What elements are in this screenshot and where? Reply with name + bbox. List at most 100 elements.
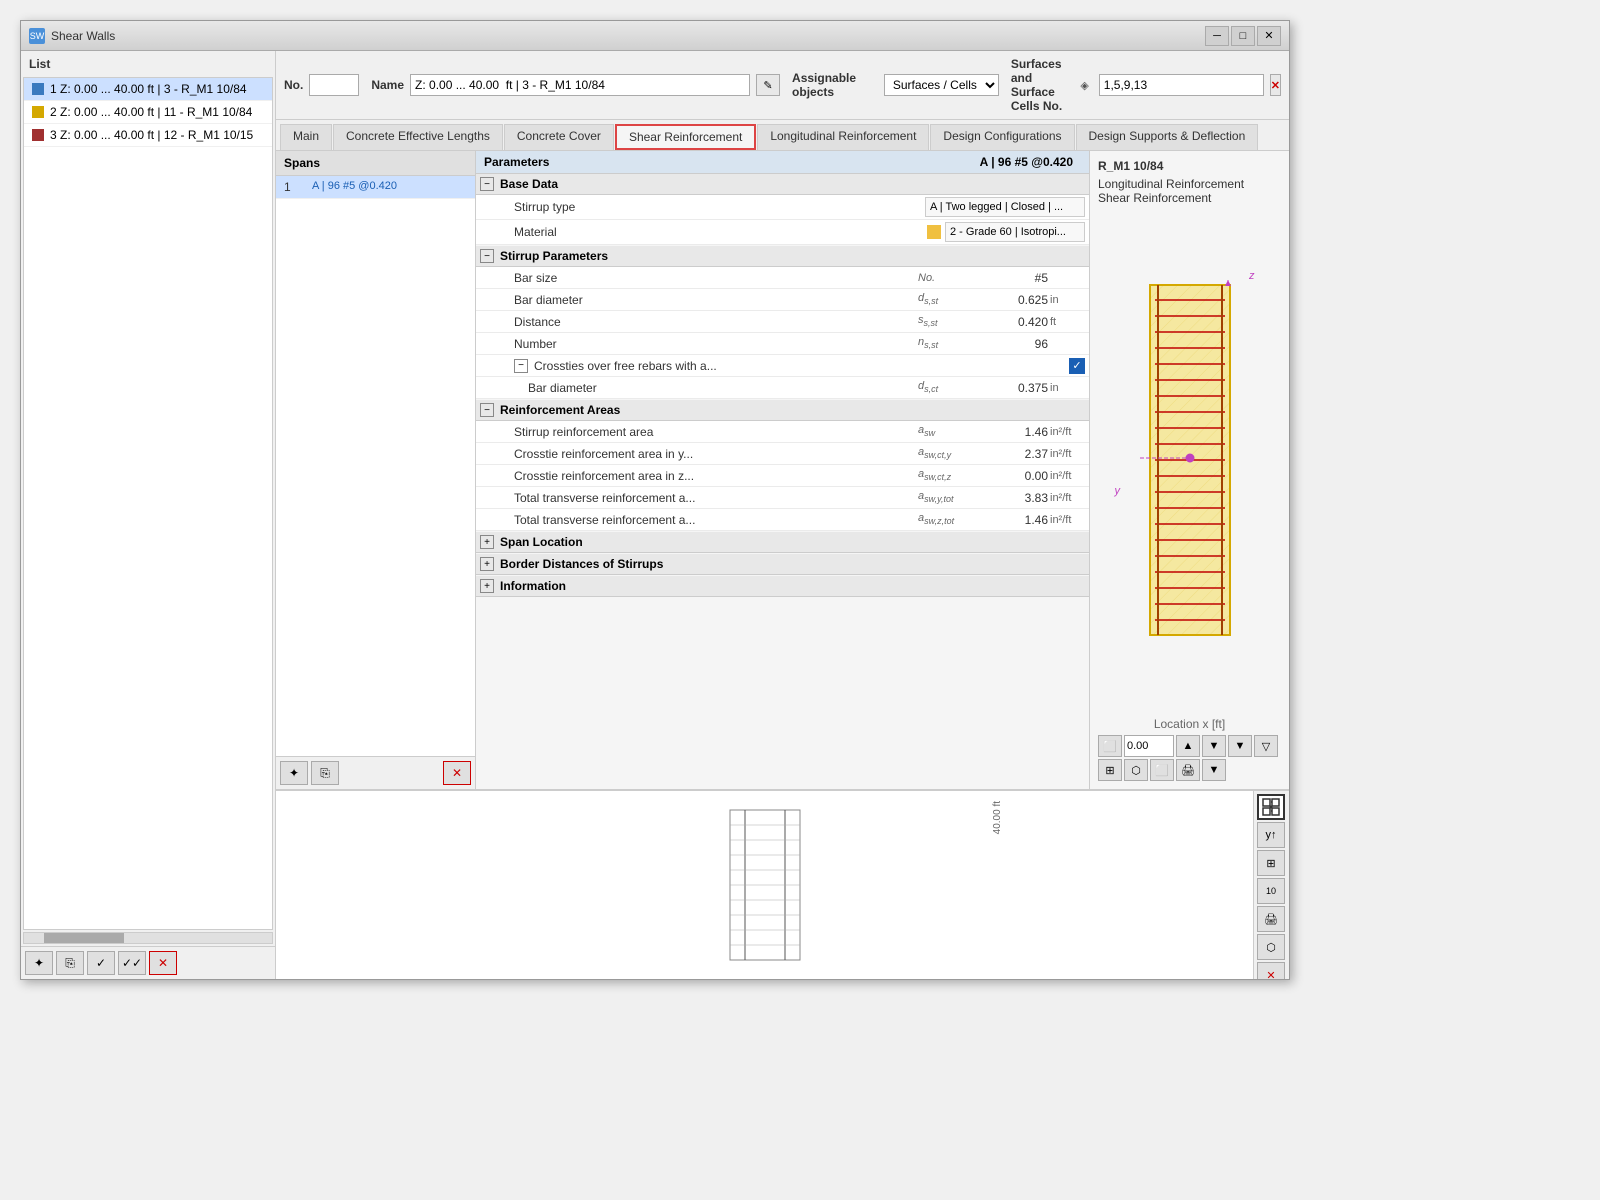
diag-3d-button[interactable]: ⬡ bbox=[1124, 759, 1148, 781]
diag-funnel-button[interactable]: ▽ bbox=[1254, 735, 1278, 757]
tab-design-supports[interactable]: Design Supports & Deflection bbox=[1076, 124, 1259, 150]
bt-num-button[interactable]: 10 bbox=[1257, 878, 1285, 904]
bt-print-button[interactable]: 🖨 bbox=[1257, 906, 1285, 932]
sidebar: List 1 Z: 0.00 ... 40.00 ft | 3 - R_M1 1… bbox=[21, 51, 276, 979]
minimize-button[interactable]: ─ bbox=[1205, 26, 1229, 46]
distance-val: 0.420 bbox=[978, 315, 1048, 329]
bottom-dim-label: 40.00 ft bbox=[992, 801, 1003, 834]
material-input[interactable] bbox=[945, 222, 1085, 242]
sidebar-action-btns: ✦ ⎘ ✓ ✓✓ bbox=[25, 951, 146, 975]
title-bar: SW Shear Walls ─ □ ✕ bbox=[21, 21, 1289, 51]
section-base-data-header[interactable]: − Base Data bbox=[476, 174, 1089, 195]
diag-filter-button[interactable]: ▼ bbox=[1228, 735, 1252, 757]
section-span-location-header[interactable]: + Span Location bbox=[476, 532, 1089, 553]
param-total-y: Total transverse reinforcement a... asw,… bbox=[476, 487, 1089, 509]
sidebar-item-label-3: 3 Z: 0.00 ... 40.00 ft | 12 - R_M1 10/15 bbox=[50, 128, 253, 142]
total-y-val: 3.83 bbox=[978, 491, 1048, 505]
no-input[interactable] bbox=[309, 74, 359, 96]
sidebar-item-3[interactable]: 3 Z: 0.00 ... 40.00 ft | 12 - R_M1 10/15 bbox=[24, 124, 272, 147]
span-new-button[interactable]: ✦ bbox=[280, 761, 308, 785]
wall-svg bbox=[1140, 280, 1240, 640]
surfaces-input[interactable] bbox=[1099, 74, 1264, 96]
bt-grid-button[interactable] bbox=[1257, 794, 1285, 820]
border-distances-expand-icon: + bbox=[480, 557, 494, 571]
name-input[interactable] bbox=[410, 74, 750, 96]
crossties-checkbox[interactable]: ✓ bbox=[1069, 358, 1085, 374]
section-base-data: − Base Data Stirrup type Material bbox=[476, 174, 1089, 245]
new-button[interactable]: ✦ bbox=[25, 951, 53, 975]
span-item-1[interactable]: 1 A | 96 #5 @0.420 bbox=[276, 176, 475, 199]
span-location-expand-icon: + bbox=[480, 535, 494, 549]
tabs-bar: Main Concrete Effective Lengths Concrete… bbox=[276, 120, 1289, 151]
bar-diam-unit: in bbox=[1050, 294, 1085, 306]
color-indicator-3 bbox=[32, 129, 44, 141]
section-information-header[interactable]: + Information bbox=[476, 576, 1089, 597]
tab-concrete-lengths[interactable]: Concrete Effective Lengths bbox=[333, 124, 503, 150]
sidebar-item-2[interactable]: 2 Z: 0.00 ... 40.00 ft | 11 - R_M1 10/84 bbox=[24, 101, 272, 124]
bottom-panel: 40.00 ft bbox=[276, 789, 1289, 979]
section-border-distances-header[interactable]: + Border Distances of Stirrups bbox=[476, 554, 1089, 575]
maximize-button[interactable]: □ bbox=[1231, 26, 1255, 46]
bar-diam-val: 0.625 bbox=[978, 293, 1048, 307]
stirrup-area-label: Stirrup reinforcement area bbox=[514, 425, 918, 439]
total-z-label: Total transverse reinforcement a... bbox=[514, 513, 918, 527]
right-panel: No. Name ✎ Assignable objects Surfaces /… bbox=[276, 51, 1289, 979]
stirrup-type-input[interactable] bbox=[925, 197, 1085, 217]
name-field: Name ✎ bbox=[371, 74, 780, 96]
sidebar-item-1[interactable]: 1 Z: 0.00 ... 40.00 ft | 3 - R_M1 10/84 bbox=[24, 78, 272, 101]
diag-up-button[interactable]: ▲ bbox=[1176, 735, 1200, 757]
bt-zoom-button[interactable]: ⊞ bbox=[1257, 850, 1285, 876]
copy-button[interactable]: ⎘ bbox=[56, 951, 84, 975]
crossties-expand-icon: − bbox=[514, 359, 528, 373]
distance-unit: ft bbox=[1050, 316, 1085, 328]
diag-location-input[interactable] bbox=[1124, 735, 1174, 757]
param-number: Number ns,st 96 bbox=[476, 333, 1089, 355]
number-label: Number bbox=[514, 337, 918, 351]
diagram-labels: Longitudinal Reinforcement Shear Reinfor… bbox=[1098, 177, 1281, 205]
material-label: Material bbox=[514, 225, 867, 239]
param-ct-area-z: Crosstie reinforcement area in z... asw,… bbox=[476, 465, 1089, 487]
section-stirrup-params-header[interactable]: − Stirrup Parameters bbox=[476, 246, 1089, 267]
diag-zoom-button[interactable]: ⊞ bbox=[1098, 759, 1122, 781]
assignable-select[interactable]: Surfaces / Cells bbox=[884, 74, 999, 96]
spans-list: 1 A | 96 #5 @0.420 bbox=[276, 176, 475, 756]
stirrup-params-title: Stirrup Parameters bbox=[500, 249, 608, 263]
tab-main[interactable]: Main bbox=[280, 124, 332, 150]
surfaces-edit-button[interactable]: ✕ bbox=[1270, 74, 1281, 96]
bt-y-button[interactable]: y↑ bbox=[1257, 822, 1285, 848]
close-button[interactable]: ✕ bbox=[1257, 26, 1281, 46]
color-indicator-2 bbox=[32, 106, 44, 118]
tab-design-config[interactable]: Design Configurations bbox=[930, 124, 1074, 150]
span-copy-button[interactable]: ⎘ bbox=[311, 761, 339, 785]
param-stirrup-type: Stirrup type bbox=[476, 195, 1089, 220]
diag-window-button[interactable]: ⬜ bbox=[1150, 759, 1174, 781]
tab-shear-reinforcement[interactable]: Shear Reinforcement bbox=[615, 124, 756, 150]
bt-close-button[interactable]: ✕ bbox=[1257, 962, 1285, 979]
check2-button[interactable]: ✓✓ bbox=[118, 951, 146, 975]
span-delete-button[interactable]: ✕ bbox=[443, 761, 471, 785]
diag-down-button[interactable]: ▼ bbox=[1202, 735, 1226, 757]
tab-longitudinal[interactable]: Longitudinal Reinforcement bbox=[757, 124, 929, 150]
sidebar-scrollbar[interactable] bbox=[23, 932, 273, 944]
distance-sym: ss,st bbox=[918, 314, 978, 328]
diagram-toolbar: ⬜ ▲ ▼ ▼ ▽ ⊞ ⬡ ⬜ 🖨 ▼ bbox=[1098, 735, 1281, 781]
bt-export-button[interactable]: ⬡ bbox=[1257, 934, 1285, 960]
surfaces-section: Surfaces and Surface Cells No. ◈ ✕ bbox=[1011, 57, 1281, 113]
check-button[interactable]: ✓ bbox=[87, 951, 115, 975]
bottom-diagram-svg bbox=[725, 805, 805, 965]
params-header-value: A | 96 #5 @0.420 bbox=[980, 155, 1081, 169]
bar-diam-sym: ds,st bbox=[918, 292, 978, 306]
grid-icon bbox=[1261, 797, 1281, 817]
ct-area-y-label: Crosstie reinforcement area in y... bbox=[514, 447, 918, 461]
section-reinf-areas-header[interactable]: − Reinforcement Areas bbox=[476, 400, 1089, 421]
total-z-sym: asw,z,tot bbox=[918, 512, 978, 526]
diag-more-button[interactable]: ▼ bbox=[1202, 759, 1226, 781]
section-reinf-areas: − Reinforcement Areas Stirrup reinforcem… bbox=[476, 400, 1089, 531]
delete-button-sidebar[interactable]: ✕ bbox=[149, 951, 177, 975]
diag-print-button[interactable]: 🖨 bbox=[1176, 759, 1200, 781]
tab-concrete-cover[interactable]: Concrete Cover bbox=[504, 124, 614, 150]
name-edit-button[interactable]: ✎ bbox=[756, 74, 780, 96]
reinf-areas-rows: Stirrup reinforcement area asw 1.46 in²/… bbox=[476, 421, 1089, 531]
span-location-title: Span Location bbox=[500, 535, 583, 549]
diag-export-button[interactable]: ⬜ bbox=[1098, 735, 1122, 757]
